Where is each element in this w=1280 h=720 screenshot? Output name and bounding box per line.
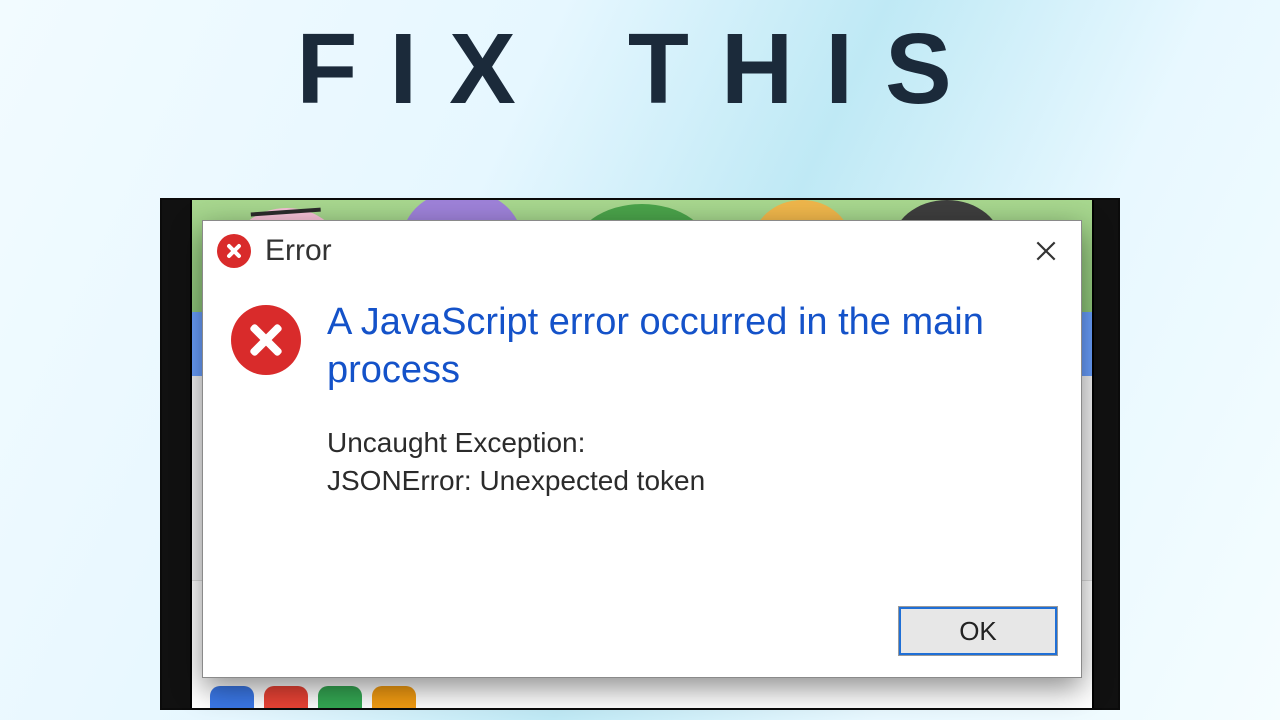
ok-button[interactable]: OK bbox=[899, 607, 1057, 655]
headline-word-2: THIS bbox=[628, 13, 984, 125]
error-headline: A JavaScript error occurred in the main … bbox=[327, 299, 1053, 394]
headline-word-1: FIX bbox=[296, 13, 548, 125]
footer-icon bbox=[372, 686, 416, 708]
dialog-titlebar[interactable]: Error bbox=[203, 221, 1081, 281]
error-icon bbox=[217, 234, 251, 268]
close-button[interactable] bbox=[1017, 227, 1075, 275]
footer-icon bbox=[264, 686, 308, 708]
background-footer-icons bbox=[192, 686, 1092, 710]
dialog-title: Error bbox=[265, 234, 332, 268]
error-detail-line: Uncaught Exception: bbox=[327, 424, 1053, 462]
dialog-body: A JavaScript error occurred in the main … bbox=[203, 281, 1081, 500]
error-dialog: Error A JavaScript error occurred in the… bbox=[202, 220, 1082, 678]
error-details: Uncaught Exception: JSONError: Unexpecte… bbox=[327, 424, 1053, 500]
dialog-footer: OK bbox=[899, 607, 1057, 655]
footer-icon bbox=[318, 686, 362, 708]
page-headline: FIX THIS bbox=[0, 0, 1280, 127]
error-icon-large bbox=[231, 305, 301, 375]
close-icon bbox=[1033, 238, 1059, 264]
error-detail-line: JSONError: Unexpected token bbox=[327, 462, 1053, 500]
footer-icon bbox=[210, 686, 254, 708]
